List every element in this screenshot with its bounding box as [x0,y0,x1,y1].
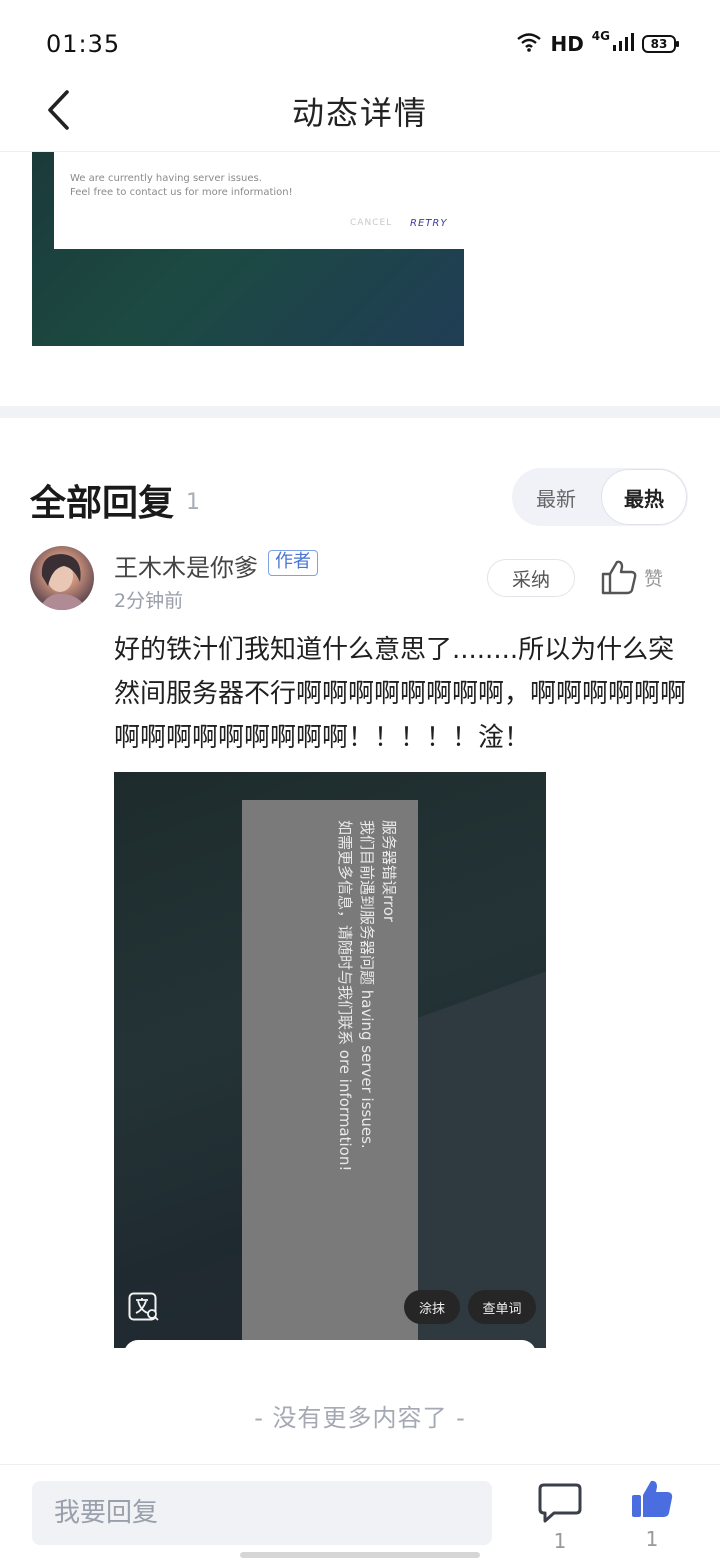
like-count: 1 [645,1527,659,1551]
replies-title: 全部回复 [30,483,175,524]
rotated-dialog-text: 服务器错误rror 我们目前遇到服务器问题 having server issu… [336,820,398,1172]
thumbs-up-filled-icon [632,1480,673,1517]
comment-bubble-icon [538,1483,582,1523]
translate-icon[interactable] [128,1292,160,1322]
like-label: 赞 [644,567,664,590]
comment-text: 好的铁汁们我知道什么意思了........所以为什么突然间服务器不行啊啊啊啊啊啊… [114,635,687,753]
smear-button[interactable]: 涂抹 [404,1290,460,1324]
network-hd-label: HD [550,32,584,56]
status-bar: 01:35 HD 4G 83 [0,0,720,84]
comment-timestamp: 2分钟前 [114,590,184,612]
comment-like-button[interactable]: 赞 [600,556,663,598]
rotated-error-dialog: 服务器错误rror 我们目前遇到服务器问题 having server issu… [242,800,418,1348]
sort-latest-button[interactable]: 最新 [512,468,600,526]
sort-hot-button[interactable]: 最热 [601,469,687,525]
dialog-cancel-label: CANCEL [350,218,393,228]
signal-icon [612,32,634,56]
thumbs-up-outline-icon [601,560,637,595]
no-more-content-label: - 没有更多内容了 - [254,1404,466,1432]
status-icons: HD 4G 83 [516,29,679,58]
comment-image[interactable]: 服务器错误rror 我们目前遇到服务器问题 having server issu… [114,772,546,1348]
avatar[interactable] [30,546,94,610]
network-type-label: 4G [591,29,610,43]
post-like-button[interactable]: 1 [628,1477,676,1557]
comment-username[interactable]: 王木木是你爹 [114,548,258,583]
image-bottom-sheet [124,1340,536,1348]
section-divider [0,406,720,418]
page-title: 动态详情 [291,94,428,132]
comment-count: 1 [553,1529,567,1553]
adopt-button[interactable]: 采纳 [487,559,575,597]
post-image[interactable]: We are currently having server issues. F… [32,152,464,346]
image-background-hill [414,924,546,1348]
screenshot-error-dialog: We are currently having server issues. F… [54,152,464,249]
sort-toggle: 最新 最热 [512,468,688,526]
author-badge: 作者 [268,550,318,576]
top-nav-bar: 动态详情 [0,84,720,152]
battery-icon: 83 [642,35,679,53]
dialog-retry-label: RETRY [410,218,448,229]
dialog-message: We are currently having server issues. F… [70,173,293,198]
status-time: 01:35 [46,30,121,58]
home-indicator [240,1552,480,1558]
lookup-word-button[interactable]: 查单词 [468,1290,536,1324]
reply-input[interactable] [32,1481,492,1545]
comment-count-button[interactable]: 1 [536,1479,584,1559]
bottom-action-bar: 1 1 [0,1464,720,1560]
replies-count: 1 [186,490,200,515]
wifi-icon [516,32,542,56]
